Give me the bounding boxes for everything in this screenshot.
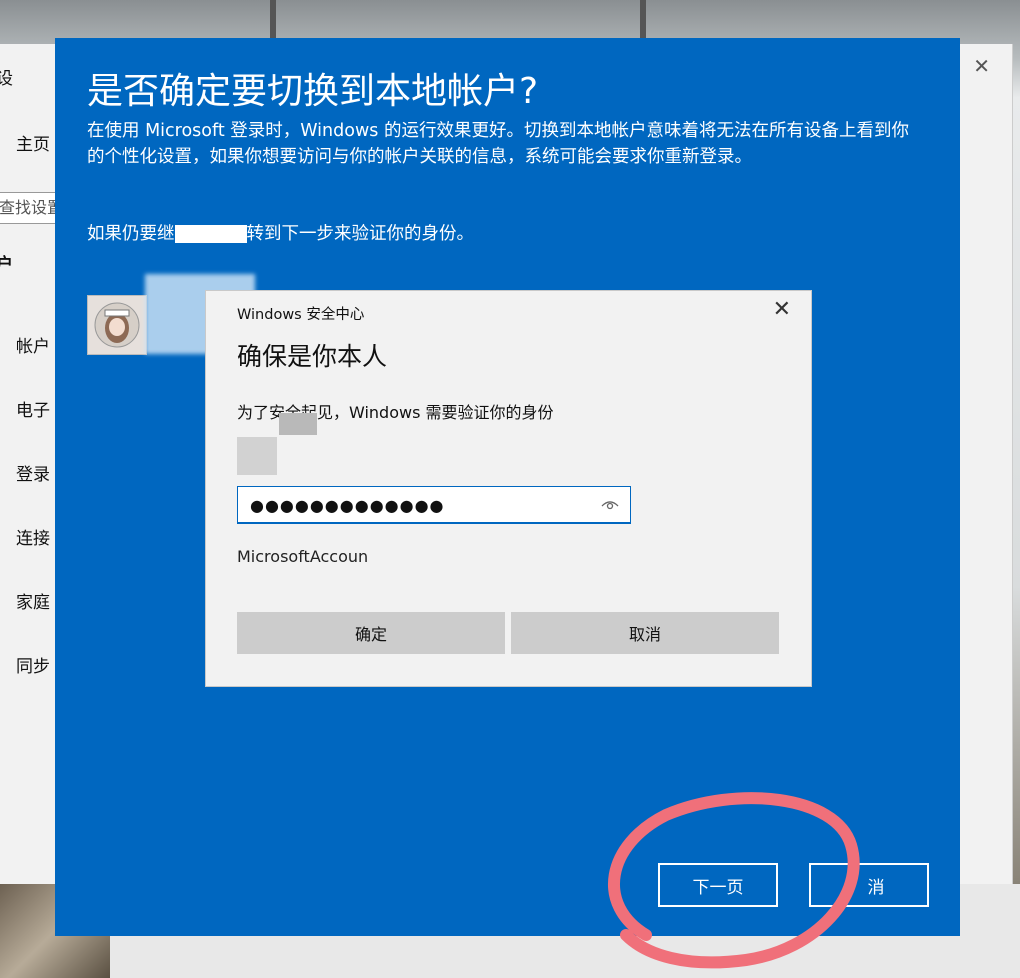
hand-drawn-circle-annotation <box>608 792 860 969</box>
reveal-password-icon[interactable] <box>600 496 620 512</box>
sidebar-item-email[interactable]: 电子 <box>16 396 50 421</box>
pixelated-redaction <box>279 413 317 435</box>
sidebar-item-signin[interactable]: 登录 <box>16 460 50 485</box>
search-input[interactable]: 查找设置 <box>0 192 60 224</box>
security-dialog-header: Windows 安全中心 <box>237 307 365 323</box>
dialog-continue-text: 如果仍要继 转到下一步来验证你的身份。 <box>87 220 474 245</box>
sidebar-item-account[interactable]: 帐户 <box>16 332 50 357</box>
dialog-title: 是否确定要切换到本地帐户? <box>87 71 539 112</box>
account-type-label: MicrosoftAccoun <box>237 547 369 566</box>
windows-security-dialog: Windows 安全中心 ✕ 确保是你本人 为了安全起见，Windows 需要验… <box>205 290 812 687</box>
settings-close-button[interactable]: ✕ <box>973 54 990 78</box>
password-field[interactable]: ●●●●●●●●●●●●● <box>237 486 631 524</box>
password-value: ●●●●●●●●●●●●● <box>250 496 445 515</box>
user-avatar <box>87 295 147 355</box>
pixelated-redaction <box>237 437 277 475</box>
continue-text-end: 转到下一步来验证你的身份。 <box>246 224 475 244</box>
sidebar-item-family[interactable]: 家庭 <box>16 588 50 613</box>
security-cancel-button[interactable]: 取消 <box>511 612 779 654</box>
redaction-blur <box>174 225 247 243</box>
sidebar-item-connect[interactable]: 连接 <box>16 524 50 549</box>
settings-title-fragment: 设 <box>0 69 13 89</box>
sidebar-item-sync[interactable]: 同步 <box>16 652 50 677</box>
section-heading-accounts: 户 <box>0 255 13 275</box>
redaction-blur <box>376 541 626 581</box>
security-close-button[interactable]: ✕ <box>773 297 791 322</box>
dialog-description: 在使用 Microsoft 登录时，Windows 的运行效果更好。切换到本地帐… <box>87 121 909 167</box>
sidebar-item-home[interactable]: 主页 <box>16 130 50 155</box>
continue-text-start: 如果仍要继 <box>87 224 175 244</box>
security-heading: 确保是你本人 <box>237 342 388 371</box>
ok-button[interactable]: 确定 <box>237 612 505 654</box>
